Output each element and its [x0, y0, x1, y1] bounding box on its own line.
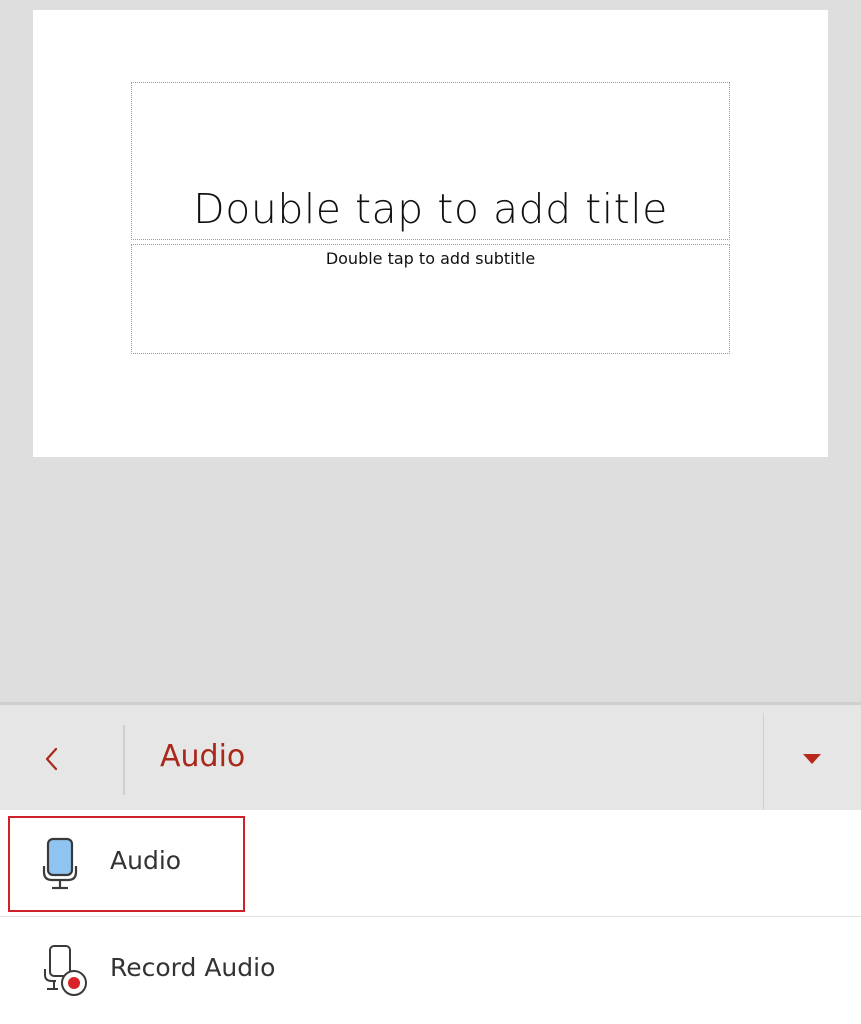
menu-item-record-audio-label: Record Audio: [110, 953, 276, 982]
highlight-box: [8, 816, 245, 912]
menu-item-audio[interactable]: Audio: [0, 810, 861, 917]
record-audio-icon: [40, 943, 90, 1003]
caret-down-icon: [803, 754, 821, 764]
ribbon-dropdown-button[interactable]: [764, 705, 861, 810]
toolbar-divider: [123, 725, 125, 795]
subtitle-placeholder-text: Double tap to add subtitle: [325, 249, 536, 268]
slide-canvas: Double tap to add title Double tap to ad…: [0, 0, 861, 702]
chevron-left-icon: [45, 747, 58, 771]
title-placeholder-text: Double tap to add title: [193, 185, 668, 233]
toolbar-title: Audio: [160, 739, 246, 774]
menu-item-record-audio[interactable]: Record Audio: [0, 917, 861, 1023]
subtitle-placeholder[interactable]: Double tap to add subtitle: [131, 244, 730, 354]
ribbon-toolbar: Audio: [0, 702, 861, 810]
insert-audio-menu: Audio Record Audio: [0, 810, 861, 1024]
slide[interactable]: Double tap to add title Double tap to ad…: [33, 10, 828, 457]
back-button[interactable]: [0, 705, 124, 810]
title-placeholder[interactable]: Double tap to add title: [131, 82, 730, 240]
